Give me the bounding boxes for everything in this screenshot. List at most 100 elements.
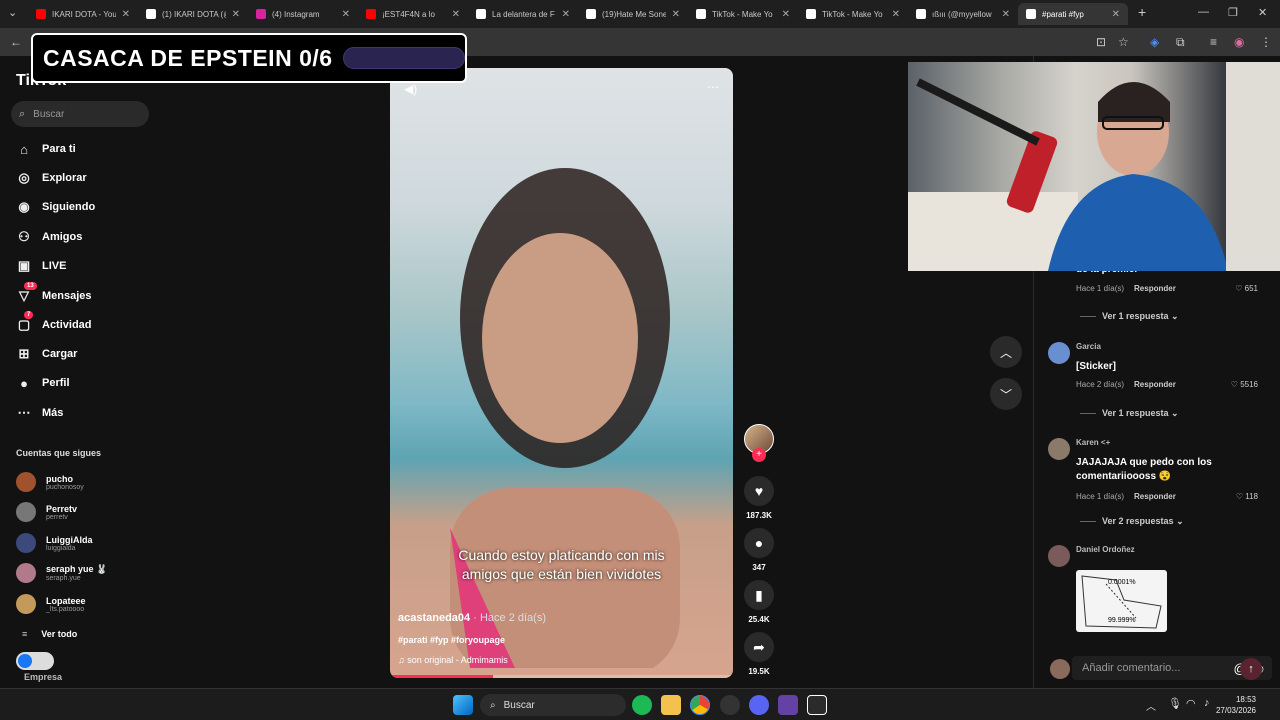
new-tab-button[interactable]: +	[1138, 4, 1146, 20]
previous-video-button[interactable]: ︿	[990, 336, 1022, 368]
tab-close-icon[interactable]: ✕	[452, 9, 460, 20]
browser-tab[interactable]: IKARI DOTA - You ✕	[28, 3, 138, 25]
view-replies-button[interactable]: Ver 2 respuestas ⌄	[1080, 516, 1184, 527]
search-input[interactable]: ⌕ Buscar	[11, 101, 149, 127]
comment-user[interactable]: Karen <+	[1076, 438, 1110, 447]
comment-likes[interactable]: ♡ 5516	[1231, 380, 1258, 389]
following-account[interactable]: pucho puchonosoy	[16, 469, 84, 495]
comment-avatar[interactable]	[1048, 438, 1070, 460]
puzzle-icon[interactable]: ⧉	[1176, 35, 1185, 50]
sidebar-item-home[interactable]: ⌂ Para ti	[16, 139, 76, 159]
follow-plus-icon[interactable]: +	[752, 448, 766, 462]
sidebar-item-label: Cargar	[42, 348, 78, 360]
comment-likes[interactable]: ♡ 118	[1236, 492, 1258, 501]
taskbar-search[interactable]: ⌕ Buscar	[480, 694, 626, 716]
reply-button[interactable]: Responder	[1134, 284, 1176, 293]
browser-tab[interactable]: TikTok - Make Yo ✕	[688, 3, 798, 25]
comment-likes[interactable]: ♡ 651	[1235, 284, 1258, 293]
following-account[interactable]: Perretv perretv	[16, 499, 77, 525]
video-author[interactable]: acastaneda04	[398, 612, 470, 624]
view-replies-button[interactable]: Ver 1 respuesta ⌄	[1080, 311, 1179, 322]
tab-close-icon[interactable]: ✕	[562, 9, 570, 20]
browser-tab[interactable]: (1) IKARI DOTA (@ ✕	[138, 3, 248, 25]
current-user-avatar[interactable]	[1050, 659, 1070, 679]
sidebar-item-profile[interactable]: ● Perfil	[16, 373, 69, 393]
app-grid-icon[interactable]	[778, 695, 798, 715]
comment-user[interactable]: Daniel Ordoñez	[1076, 545, 1135, 554]
microphone-icon[interactable]: 🎙	[1168, 697, 1182, 710]
mute-icon[interactable]: ◀)	[404, 82, 417, 96]
sidebar-item-live[interactable]: ▣ LIVE	[16, 256, 67, 276]
comment-avatar[interactable]	[1048, 342, 1070, 364]
spotify-icon[interactable]	[632, 695, 652, 715]
browser-tab[interactable]: #parati #fyp ✕	[1018, 3, 1128, 25]
epic-games-icon[interactable]	[807, 695, 827, 715]
back-icon[interactable]: ←	[10, 35, 22, 49]
following-account[interactable]: LuiggiAlda luiggialda	[16, 530, 93, 556]
reading-list-icon[interactable]: ≡	[1210, 35, 1217, 49]
sidebar-item-compass[interactable]: ◎ Explorar	[16, 168, 86, 188]
restore-button[interactable]: ❐	[1228, 6, 1238, 19]
save-button[interactable]: ▮ 25.4K	[744, 580, 774, 624]
browser-tab[interactable]: (4) Instagram ✕	[248, 3, 358, 25]
following-account[interactable]: Lopateee _lts.patoooo	[16, 591, 86, 617]
sidebar-item-activity[interactable]: ▢ 7 Actividad	[16, 311, 92, 335]
video-hashtags[interactable]: #parati #fyp #foryoupage	[398, 635, 505, 645]
tab-close-icon[interactable]: ✕	[342, 9, 350, 20]
sidebar-item-following[interactable]: ◉ Siguiendo	[16, 197, 95, 217]
comment-button[interactable]: ● 347	[744, 528, 774, 572]
like-button[interactable]: ♥ 187.3K	[744, 476, 774, 520]
business-toggle[interactable]	[16, 652, 54, 670]
tab-search-icon[interactable]: ⌄	[8, 6, 17, 19]
taskbar-clock[interactable]: 18:53 27/03/2026	[1216, 694, 1256, 716]
tray-chevron-icon[interactable]: ︿	[1146, 698, 1156, 713]
menu-kebab-icon[interactable]: ⋮	[1260, 35, 1272, 49]
video-player[interactable]: ◀) ⋯ Cuando estoy platicando con mis ami…	[390, 68, 733, 678]
tab-close-icon[interactable]: ✕	[1002, 9, 1010, 20]
tab-close-icon[interactable]: ✕	[122, 9, 130, 20]
file-explorer-icon[interactable]	[661, 695, 681, 715]
tab-close-icon[interactable]: ✕	[232, 9, 240, 20]
browser-tab[interactable]: ıßııı (@myyellow ✕	[908, 3, 1018, 25]
chrome-icon[interactable]	[690, 695, 710, 715]
close-window-button[interactable]: ✕	[1258, 6, 1267, 19]
install-icon[interactable]: ⊡	[1096, 35, 1106, 49]
tab-close-icon[interactable]: ✕	[892, 9, 900, 20]
video-progress-bar[interactable]	[390, 675, 733, 678]
tab-close-icon[interactable]: ✕	[672, 9, 680, 20]
view-replies-button[interactable]: Ver 1 respuesta ⌄	[1080, 408, 1179, 419]
reply-button[interactable]: Responder	[1134, 380, 1176, 389]
sidebar-item-upload[interactable]: ⊞ Cargar	[16, 344, 78, 364]
see-all-link[interactable]: ≡ Ver todo	[22, 629, 77, 639]
start-button[interactable]	[453, 695, 473, 715]
wifi-icon[interactable]: ◠	[1186, 697, 1196, 710]
minimize-button[interactable]: —	[1198, 6, 1209, 18]
discord-icon[interactable]	[749, 695, 769, 715]
browser-tab[interactable]: (19)Hate Me Sone ✕	[578, 3, 688, 25]
more-icon: ⋯	[16, 405, 32, 421]
video-sound[interactable]: ♫ son original - Admimamis	[398, 655, 508, 665]
reply-button[interactable]: Responder	[1134, 492, 1176, 501]
comment-avatar[interactable]	[1048, 545, 1070, 567]
post-comment-button[interactable]: ↑	[1240, 658, 1262, 680]
following-account[interactable]: seraph yue 🐰 seraph.yue	[16, 560, 107, 586]
tab-close-icon[interactable]: ✕	[1112, 9, 1120, 20]
comment-user[interactable]: Garcia	[1076, 342, 1101, 351]
author-avatar-button[interactable]: +	[744, 424, 774, 462]
next-video-button[interactable]: ﹀	[990, 378, 1022, 410]
extension-icon[interactable]: ◈	[1150, 35, 1159, 49]
browser-tab[interactable]: La delantera de F ✕	[468, 3, 578, 25]
sidebar-item-friends[interactable]: ⚇ Amigos	[16, 227, 82, 247]
video-more-icon[interactable]: ⋯	[707, 80, 719, 94]
sidebar-item-more[interactable]: ⋯ Más	[16, 403, 64, 423]
share-button[interactable]: ➦ 19.5K	[744, 632, 774, 676]
sidebar-item-messages[interactable]: ▽ 13 Mensajes	[16, 282, 92, 306]
browser-tab[interactable]: ¡EST4F4N a lo ✕	[358, 3, 468, 25]
volume-icon[interactable]: ♪	[1204, 697, 1210, 709]
browser-tab[interactable]: TikTok - Make Yo ✕	[798, 3, 908, 25]
comment-sticker-image[interactable]: 0.0001% 99.999%	[1076, 570, 1167, 632]
profile-avatar-icon[interactable]: ◉	[1234, 35, 1244, 49]
tab-close-icon[interactable]: ✕	[782, 9, 790, 20]
bookmark-star-icon[interactable]: ☆	[1118, 35, 1129, 49]
obs-icon[interactable]	[720, 695, 740, 715]
